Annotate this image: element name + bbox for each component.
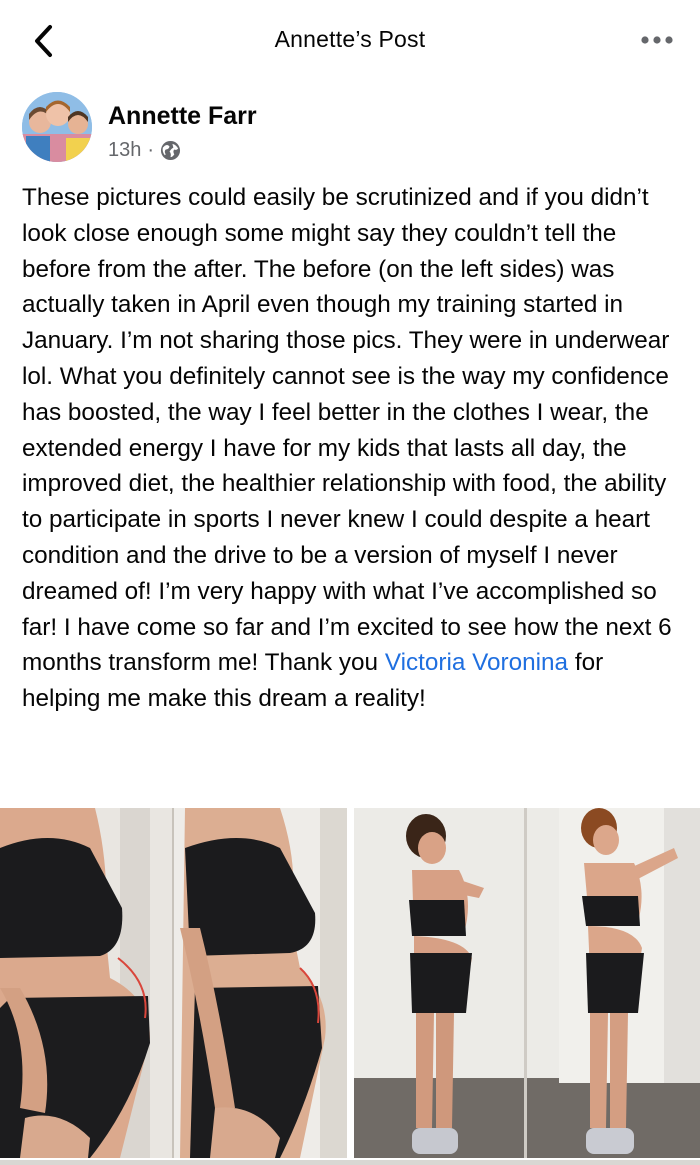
- ellipsis-icon: [641, 36, 673, 44]
- post-meta: 13h ·: [108, 139, 181, 162]
- post-header: Annette Farr 13h ·: [22, 92, 662, 164]
- avatar[interactable]: [22, 92, 92, 162]
- mention-link[interactable]: Victoria Voronina: [385, 649, 568, 676]
- post-time[interactable]: 13h: [108, 139, 141, 162]
- page-title: Annette’s Post: [274, 26, 426, 52]
- author-name[interactable]: Annette Farr: [108, 102, 257, 131]
- meta-separator: ·: [147, 139, 155, 161]
- post-text-part-1: These pictures could easily be scrutiniz…: [22, 184, 672, 677]
- post-photo-side-view[interactable]: [0, 808, 347, 1158]
- globe-icon[interactable]: [160, 140, 181, 161]
- post-text: These pictures could easily be scrutiniz…: [22, 180, 687, 717]
- next-photo-row-edge: [0, 1160, 700, 1165]
- post-photo-full-view[interactable]: [354, 808, 700, 1158]
- top-bar: Annette’s Post: [0, 0, 700, 82]
- more-options-button[interactable]: [640, 30, 674, 50]
